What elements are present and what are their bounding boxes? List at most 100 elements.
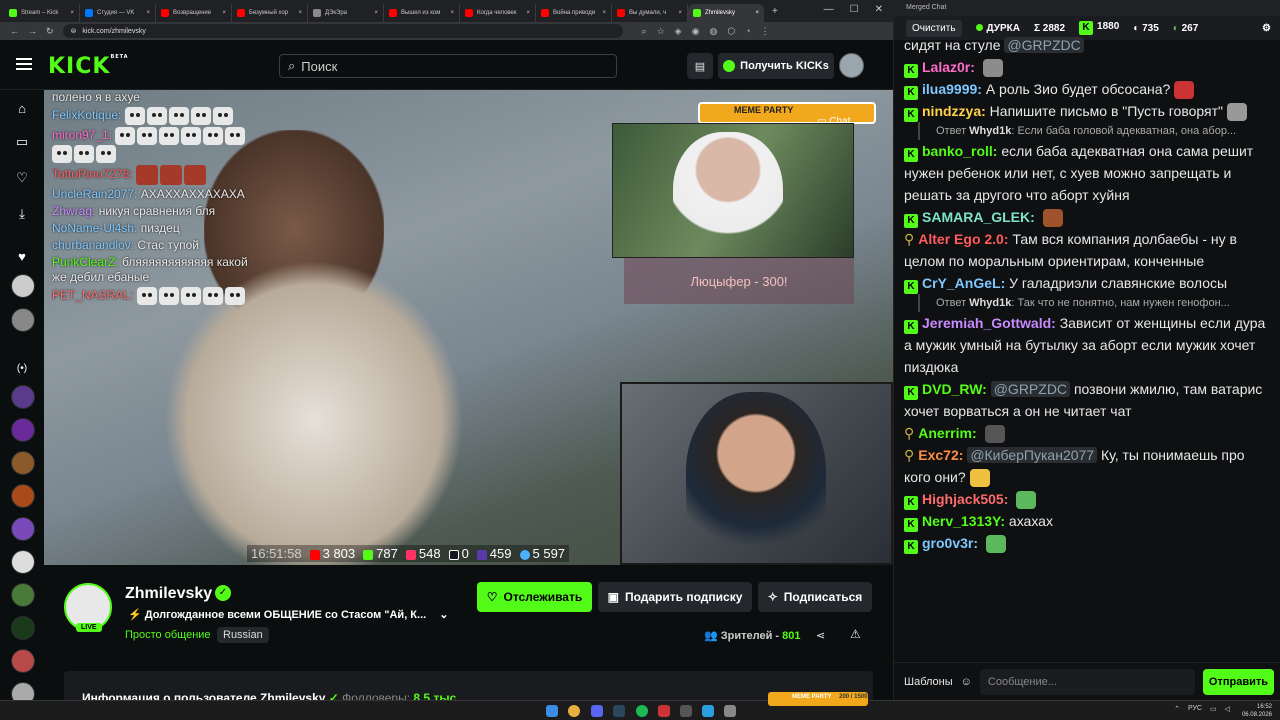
chat-username[interactable]: Exc72: (918, 447, 963, 463)
channel-name[interactable]: Zhmilevsky (125, 585, 212, 603)
maximize-icon[interactable]: ☐ (850, 4, 859, 15)
volume-icon[interactable]: ◁ (1225, 705, 1230, 713)
favorites-heart-icon[interactable]: ♥ (12, 246, 32, 266)
app-icon[interactable] (680, 705, 692, 717)
templates-button[interactable]: Шаблоны (904, 676, 953, 688)
profile-icon[interactable]: ◔ (745, 26, 750, 37)
chat-username[interactable]: banko_roll: (922, 143, 997, 159)
tab-close-icon[interactable]: × (374, 10, 378, 16)
browser-tab[interactable]: Вы думали, ч × (612, 4, 688, 22)
hamburger-menu-icon[interactable] (16, 58, 32, 70)
chat-username[interactable]: Lalaz0r: (922, 59, 975, 75)
chat-username[interactable]: nindzzya: (922, 103, 986, 119)
extension-icon[interactable]: ⬡ (727, 26, 735, 37)
recommended-channel-avatar[interactable] (11, 550, 35, 574)
browser-tab[interactable]: Когда человек × (460, 4, 536, 22)
chrome-icon[interactable] (568, 705, 580, 717)
browser-tab[interactable]: Студия — VK × (80, 4, 156, 22)
extension-icon[interactable]: ◉ (692, 26, 700, 37)
send-button[interactable]: Отправить (1202, 668, 1274, 695)
discord-icon[interactable] (591, 705, 603, 717)
browser-tab[interactable]: ДЭкЭра × (308, 4, 384, 22)
tab-close-icon[interactable]: × (678, 10, 682, 16)
chat-mention[interactable]: @GRPZDC (990, 381, 1071, 397)
browser-tab[interactable]: Stream – Kick × (4, 4, 80, 22)
tab-close-icon[interactable]: × (222, 10, 226, 16)
chat-username[interactable]: Nerv_1313Y: (922, 513, 1005, 529)
recommended-channel-avatar[interactable] (11, 616, 35, 640)
telegram-icon[interactable] (702, 705, 714, 717)
chat-username[interactable]: CrY_AnGeL: (922, 275, 1005, 291)
new-tab-icon[interactable]: + (772, 6, 778, 17)
browse-icon[interactable]: ▭ (12, 132, 32, 152)
extension-icon[interactable]: ◍ (709, 26, 717, 37)
chat-username[interactable]: Anerrim: (918, 425, 976, 441)
recommended-channel-avatar[interactable] (11, 583, 35, 607)
spotify-icon[interactable] (636, 705, 648, 717)
browser-tab[interactable]: Вышел из ком × (384, 4, 460, 22)
kick-logo[interactable]: KICKBETA (48, 54, 129, 79)
recommended-icon[interactable]: (•) (12, 358, 32, 378)
recommended-channel-avatar[interactable] (11, 385, 35, 409)
user-avatar[interactable] (839, 53, 864, 78)
followed-channel-avatar[interactable] (11, 274, 35, 298)
chat-username[interactable]: ilua9999: (922, 81, 982, 97)
tab-close-icon[interactable]: × (602, 10, 606, 16)
clock[interactable]: 16:52 06.08.2026 (1242, 703, 1272, 719)
share-icon[interactable]: ⋖ (816, 629, 825, 642)
recommended-channel-avatar[interactable] (11, 451, 35, 475)
back-icon[interactable]: ← (10, 26, 19, 36)
language-tag[interactable]: Russian (217, 627, 269, 643)
tab-close-icon[interactable]: × (450, 10, 454, 16)
report-icon[interactable]: ⚠ (850, 627, 861, 641)
lang-indicator[interactable]: РУС (1188, 705, 1202, 713)
subscribe-button[interactable]: ✧ Подписаться (758, 582, 872, 612)
zoom-icon[interactable]: ⌕ (642, 26, 647, 37)
stream-category[interactable]: Просто общение (125, 629, 211, 641)
chat-mention[interactable]: @GRPZDC (1004, 37, 1084, 53)
url-field[interactable]: ⊜ kick.com/zhmilevsky (62, 24, 623, 38)
minimize-icon[interactable]: — (824, 4, 834, 15)
forward-icon[interactable]: → (28, 26, 37, 36)
browser-tab[interactable]: Возвращение × (156, 4, 232, 22)
chat-username[interactable]: SAMARA_GLEK: (922, 209, 1035, 225)
tab-close-icon[interactable]: × (146, 10, 150, 16)
library-button[interactable]: ▤ (687, 53, 713, 79)
chat-mention[interactable]: @КиберПукан2077 (967, 447, 1098, 463)
recommended-channel-avatar[interactable] (11, 649, 35, 673)
steam-icon[interactable] (613, 705, 625, 717)
chat-username[interactable]: DVD_RW: (922, 381, 987, 397)
bookmark-star-icon[interactable]: ☆ (657, 26, 665, 37)
extension-icon[interactable]: ◈ (675, 26, 682, 37)
chat-username[interactable]: gro0v3r: (922, 535, 978, 551)
tab-close-icon[interactable]: × (298, 10, 302, 16)
chat-message-input[interactable]: Сообщение... (979, 668, 1195, 695)
tab-close-icon[interactable]: × (755, 10, 759, 16)
start-icon[interactable] (546, 705, 558, 717)
reload-icon[interactable]: ↻ (46, 26, 54, 37)
chat-username[interactable]: Alter Ego 2.0: (918, 231, 1008, 247)
browser-tab[interactable]: Zhmilevsky × (688, 4, 764, 22)
following-icon[interactable]: ♡ (12, 168, 32, 188)
tab-close-icon[interactable]: × (70, 10, 74, 16)
tab-close-icon[interactable]: × (526, 10, 530, 16)
network-icon[interactable]: ▭ (1210, 705, 1217, 713)
download-icon[interactable]: ⤓ (12, 204, 32, 224)
chat-username[interactable]: Highjack505: (922, 491, 1008, 507)
followed-channel-avatar[interactable] (11, 308, 35, 332)
get-kicks-button[interactable]: Получить KICKs (718, 53, 834, 79)
recommended-channel-avatar[interactable] (11, 484, 35, 508)
recommended-channel-avatar[interactable] (11, 517, 35, 541)
chat-username[interactable]: Jeremiah_Gottwald: (922, 315, 1056, 331)
site-info-icon[interactable]: ⊜ (71, 27, 77, 35)
browser-tab[interactable]: Безумный хор × (232, 4, 308, 22)
menu-icon[interactable]: ⋮ (761, 26, 770, 37)
gift-sub-button[interactable]: ▣ Подарить подписку (598, 582, 752, 612)
browser-tab[interactable]: Война приводи × (536, 4, 612, 22)
video-player[interactable]: полено я в ахуе FelixKotique: miron97_1: … (44, 90, 893, 565)
settings-gear-icon[interactable]: ⚙ (1262, 23, 1271, 34)
emoji-icon[interactable]: ☺ (961, 676, 972, 688)
reply-preview[interactable]: Ответ Whyd1k: Если баба головой адекватн… (918, 122, 1271, 140)
reply-preview[interactable]: Ответ Whyd1k: Так что не понятно, нам ну… (918, 294, 1271, 312)
search-input[interactable]: ⌕ Поиск (279, 54, 617, 78)
